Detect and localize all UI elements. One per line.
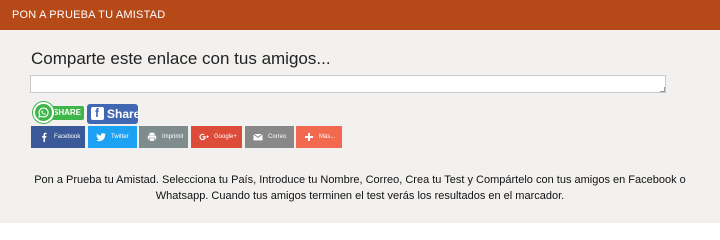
printer-icon — [147, 132, 157, 142]
facebook-share-button[interactable]: f Share — [87, 104, 141, 124]
share-button-more[interactable]: Más... — [296, 126, 342, 148]
facebook-icon: f — [91, 106, 104, 120]
share-button-mail[interactable]: Correo — [245, 126, 294, 148]
description-text: Pon a Prueba tu Amistad. Selecciona tu P… — [34, 174, 686, 202]
twitter-icon — [96, 133, 106, 142]
whatsapp-icon — [33, 102, 54, 123]
share-button-label: Facebook — [54, 134, 81, 140]
share-button-print[interactable]: Imprimir — [139, 126, 188, 148]
share-button-facebook[interactable]: Facebook — [31, 126, 85, 148]
page-header: PON A PRUEBA TU AMISTAD — [0, 0, 720, 30]
plus-icon — [305, 133, 313, 141]
share-button-label: Twitter — [111, 134, 129, 140]
whatsapp-share-button[interactable]: SHARE — [33, 102, 84, 123]
share-button-label: Imprimir — [162, 134, 184, 140]
facebook-share-label: Share — [107, 107, 141, 121]
share-link-field[interactable] — [30, 75, 666, 93]
share-button-label: Más... — [319, 134, 336, 140]
whatsapp-share-label: SHARE — [50, 106, 84, 120]
share-button-label: Correo — [268, 134, 287, 140]
header-title: PON A PRUEBA TU AMISTAD — [12, 9, 166, 21]
share-button-label: Google+ — [214, 134, 237, 140]
facebook-icon — [42, 132, 47, 142]
share-button-twitter[interactable]: Twitter — [88, 126, 137, 148]
mail-icon — [253, 133, 263, 141]
share-button-google-plus[interactable]: Google+ — [191, 126, 242, 148]
google-plus-icon — [199, 133, 209, 141]
share-title: Comparte este enlace con tus amigos... — [31, 49, 331, 68]
